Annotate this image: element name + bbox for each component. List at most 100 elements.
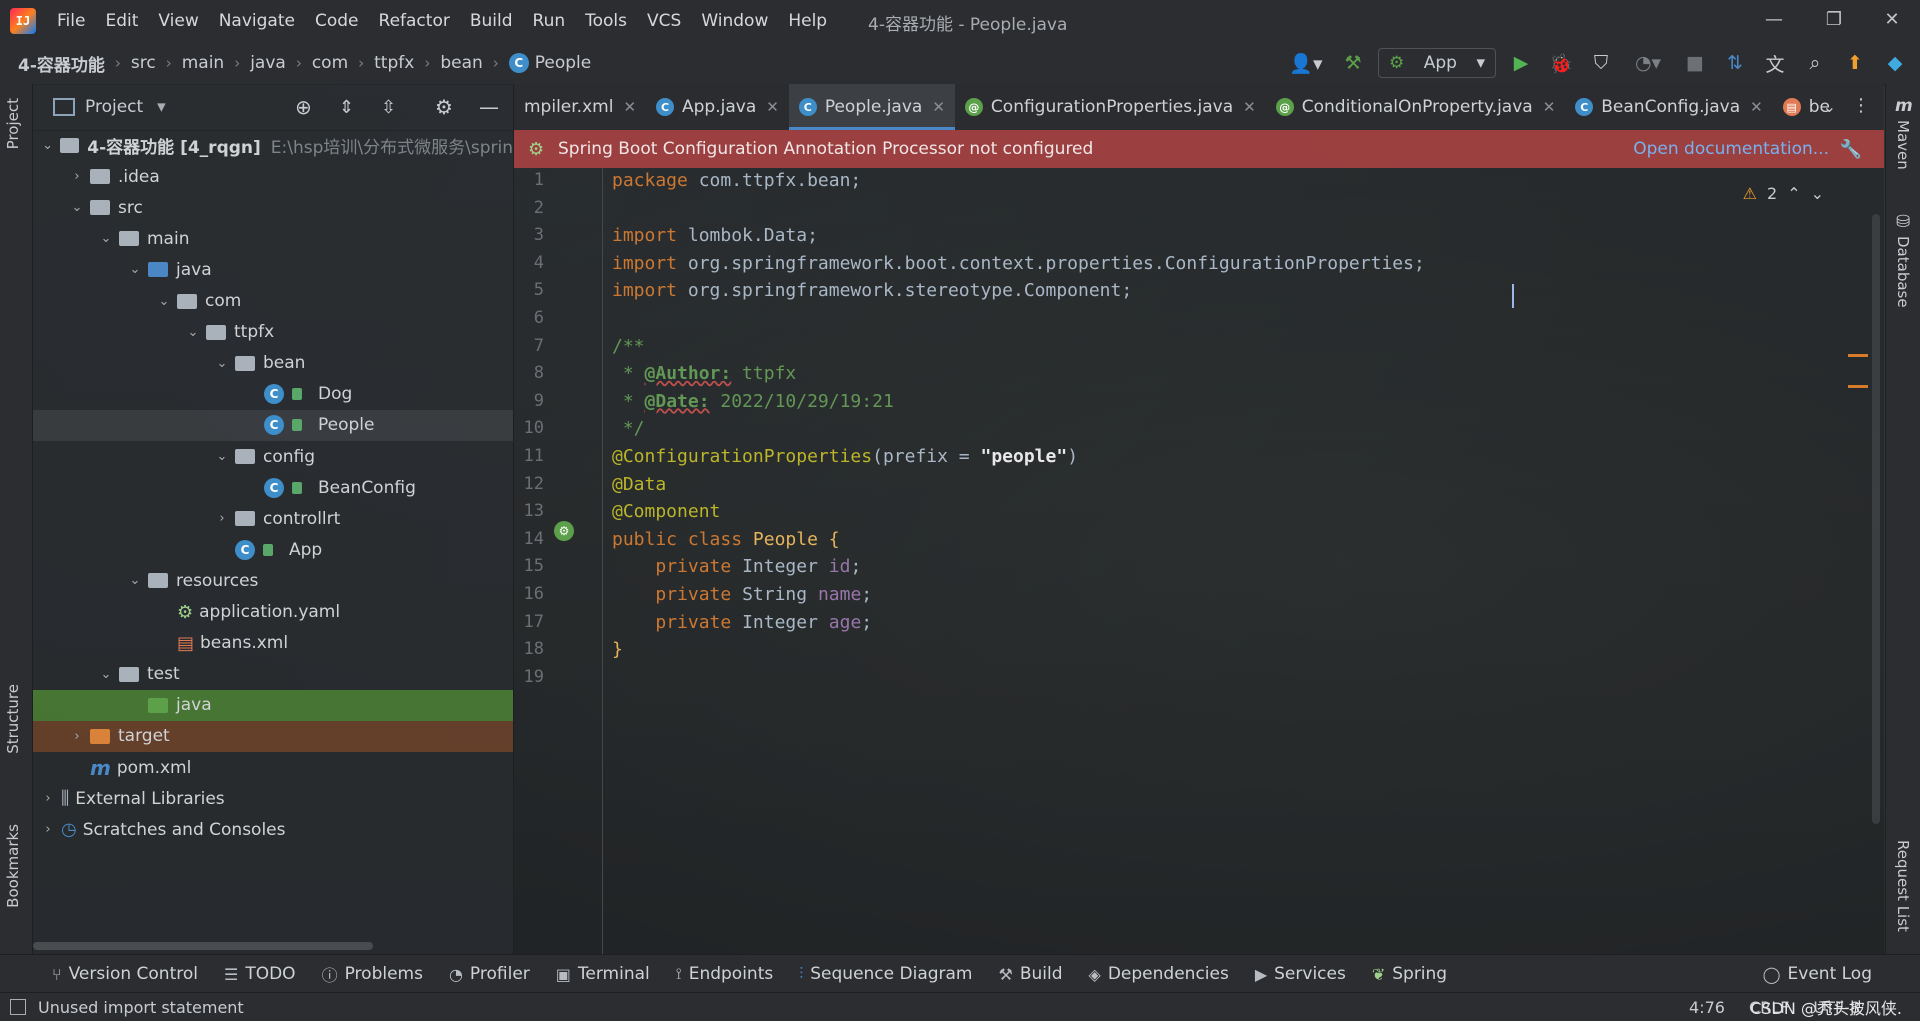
todo-tool[interactable]: ☰ TODO bbox=[224, 964, 296, 984]
search-icon[interactable]: ⌕ bbox=[1800, 48, 1830, 78]
code-line[interactable]: @ConfigurationProperties(prefix = "peopl… bbox=[612, 446, 1078, 467]
vertical-scrollbar[interactable] bbox=[1872, 214, 1880, 824]
menu-navigate[interactable]: Navigate bbox=[210, 7, 304, 35]
problems-tool[interactable]: ⓘ Problems bbox=[322, 962, 423, 986]
chevron-right-icon[interactable]: › bbox=[39, 791, 57, 806]
build-tool[interactable]: ⚒ Build bbox=[999, 964, 1063, 984]
menu-tools[interactable]: Tools bbox=[576, 7, 636, 35]
status-panel-icon[interactable] bbox=[10, 999, 26, 1015]
wrench-icon[interactable]: 🔧 bbox=[1840, 139, 1862, 160]
services-tool[interactable]: ▶ Services bbox=[1255, 964, 1346, 984]
chevron-right-icon[interactable]: › bbox=[68, 169, 86, 184]
chevron-down-icon[interactable]: ⌄ bbox=[213, 449, 231, 464]
chevron-down-icon[interactable]: ⌄ bbox=[39, 138, 56, 153]
editor-tab[interactable]: C App.java ✕ bbox=[646, 84, 789, 130]
chevron-right-icon[interactable]: › bbox=[68, 729, 86, 744]
editor-tab[interactable]: @ ConditionalOnProperty.java ✕ bbox=[1266, 84, 1566, 130]
code-line[interactable]: package com.ttpfx.bean; bbox=[612, 170, 861, 191]
code-line[interactable]: * @Author: ttpfx bbox=[612, 363, 796, 384]
code-line[interactable]: } bbox=[612, 639, 623, 660]
tree-item[interactable]: › controllrt bbox=[33, 503, 513, 534]
menu-file[interactable]: File bbox=[48, 7, 94, 35]
toolbox-icon[interactable]: ◆ bbox=[1880, 48, 1910, 78]
tree-item[interactable]: m pom.xml bbox=[33, 752, 513, 783]
editor-tab[interactable]: mpiler.xml ✕ bbox=[514, 84, 646, 130]
locate-icon[interactable]: ⊕ bbox=[295, 95, 312, 119]
database-tool-tab[interactable]: Database bbox=[1894, 236, 1912, 308]
stop-icon[interactable]: ■ bbox=[1680, 48, 1710, 78]
open-documentation-link[interactable]: Open documentation... bbox=[1633, 139, 1829, 159]
chevron-down-icon[interactable]: ⌄ bbox=[155, 294, 173, 309]
sequence-diagram-tool[interactable]: ⫶ Sequence Diagram bbox=[799, 964, 972, 984]
code-line[interactable]: * @Date: 2022/10/29/19:21 bbox=[612, 391, 894, 412]
caret-position[interactable]: 4:76 bbox=[1689, 998, 1725, 1017]
code-line[interactable]: @Component bbox=[612, 501, 720, 522]
tree-item[interactable]: ⌄ config bbox=[33, 441, 513, 472]
tree-item[interactable]: ⌄ resources bbox=[33, 565, 513, 596]
structure-tool-tab[interactable]: Structure bbox=[4, 684, 22, 754]
close-tab-icon[interactable]: ✕ bbox=[623, 98, 636, 116]
build-hammer-icon[interactable]: ⚒ bbox=[1338, 48, 1368, 78]
tree-item[interactable]: ⌄ bean bbox=[33, 348, 513, 379]
breadcrumb-project[interactable]: 4-容器功能 bbox=[18, 51, 105, 76]
inspection-widget[interactable]: ⚠ 2 ⌃ ⌄ bbox=[1743, 184, 1824, 203]
tree-item[interactable]: ⌄ src bbox=[33, 192, 513, 223]
close-tab-icon[interactable]: ✕ bbox=[1243, 98, 1256, 116]
tree-item[interactable]: ⌄ java bbox=[33, 254, 513, 285]
tree-item[interactable]: C Dog bbox=[33, 379, 513, 410]
tree-item[interactable]: C App bbox=[33, 534, 513, 565]
spring-tool[interactable]: ❦ Spring bbox=[1372, 964, 1447, 984]
debug-icon[interactable]: 🐞 bbox=[1546, 48, 1576, 78]
user-icon[interactable]: 👤▾ bbox=[1284, 48, 1328, 78]
tree-root[interactable]: ⌄ 4-容器功能 [4_rqgn] E:\hsp培训\分布式微服务\sprin bbox=[33, 130, 513, 161]
run-configuration-select[interactable]: ⚙ App ▾ bbox=[1378, 48, 1496, 78]
hide-panel-icon[interactable]: — bbox=[479, 95, 499, 119]
code-line[interactable]: /** bbox=[612, 336, 645, 357]
close-tab-icon[interactable]: ✕ bbox=[1750, 98, 1763, 116]
chevron-down-icon[interactable]: ⌄ bbox=[126, 262, 144, 277]
editor-tab[interactable]: C BeanConfig.java ✕ bbox=[1565, 84, 1772, 130]
chevron-right-icon[interactable]: › bbox=[213, 511, 231, 526]
code-line[interactable]: import org.springframework.stereotype.Co… bbox=[612, 280, 1132, 301]
code-line[interactable]: */ bbox=[612, 418, 645, 439]
code-line[interactable]: import org.springframework.boot.context.… bbox=[612, 253, 1425, 274]
update-available-icon[interactable]: ⬆ bbox=[1840, 48, 1870, 78]
tree-item[interactable]: C People bbox=[33, 409, 513, 441]
project-tool-tab[interactable]: Project bbox=[4, 98, 22, 149]
tree-item[interactable]: › ◷ Scratches and Consoles bbox=[33, 814, 513, 845]
restore-button[interactable]: ❐ bbox=[1816, 6, 1852, 34]
chevron-down-icon[interactable]: ⌄ bbox=[97, 667, 115, 682]
vcs-update-icon[interactable]: ⇅ bbox=[1720, 48, 1750, 78]
menu-window[interactable]: Window bbox=[692, 7, 777, 35]
version-control-tool[interactable]: ⑂ Version Control bbox=[52, 964, 198, 984]
horizontal-scrollbar[interactable] bbox=[33, 942, 373, 950]
chevron-right-icon[interactable]: › bbox=[39, 822, 57, 837]
breadcrumb-people[interactable]: People bbox=[535, 53, 591, 73]
terminal-tool[interactable]: ▣ Terminal bbox=[556, 964, 650, 984]
menu-view[interactable]: View bbox=[149, 7, 207, 35]
tree-item[interactable]: ▤ beans.xml bbox=[33, 628, 513, 659]
close-tab-icon[interactable]: ✕ bbox=[1543, 98, 1556, 116]
menu-run[interactable]: Run bbox=[524, 7, 575, 35]
minimize-button[interactable]: — bbox=[1756, 6, 1792, 34]
breadcrumb-bean[interactable]: bean bbox=[440, 53, 482, 73]
menu-build[interactable]: Build bbox=[461, 7, 522, 35]
more-options-icon[interactable]: ⋮ bbox=[1852, 95, 1870, 116]
warning-stripe-mark[interactable] bbox=[1848, 354, 1868, 357]
menu-code[interactable]: Code bbox=[306, 7, 368, 35]
close-window-button[interactable]: ✕ bbox=[1874, 6, 1910, 34]
code-line[interactable]: private Integer id; bbox=[612, 556, 861, 577]
run-icon[interactable]: ▶ bbox=[1506, 48, 1536, 78]
breadcrumb-java[interactable]: java bbox=[250, 53, 286, 73]
tree-item[interactable]: › .idea bbox=[33, 161, 513, 192]
tree-item[interactable]: ⌄ main bbox=[33, 223, 513, 254]
menu-refactor[interactable]: Refactor bbox=[370, 7, 459, 35]
tree-item[interactable]: ⌄ test bbox=[33, 659, 513, 690]
maven-tool-tab[interactable]: Maven bbox=[1894, 120, 1912, 170]
endpoints-tool[interactable]: ⟟ Endpoints bbox=[676, 964, 773, 984]
request-list-tool-tab[interactable]: Request List bbox=[1894, 840, 1912, 932]
event-log-tool[interactable]: ◯ Event Log bbox=[1763, 964, 1872, 984]
chevron-down-icon[interactable]: ▾ bbox=[157, 97, 166, 117]
tree-item[interactable]: C BeanConfig bbox=[33, 472, 513, 503]
code-line[interactable]: @Data bbox=[612, 474, 666, 495]
